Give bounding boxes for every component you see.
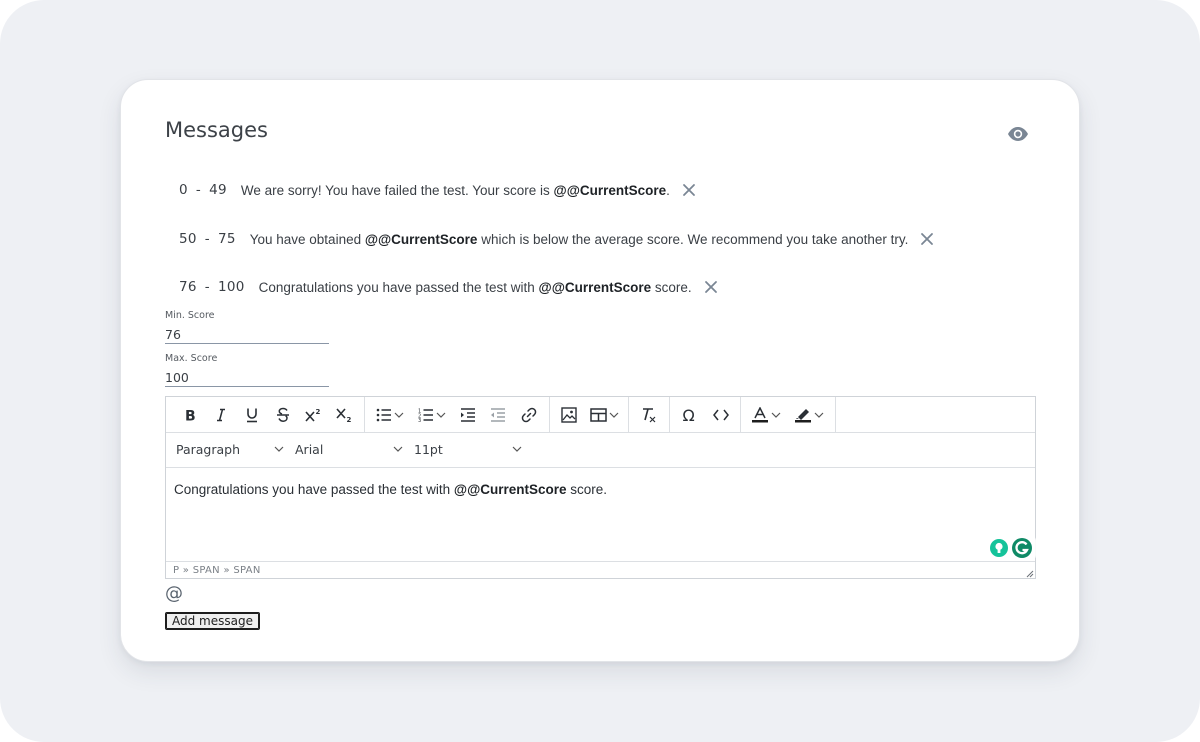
score-range: 0-49	[179, 182, 227, 198]
score-token: @@CurrentScore	[538, 279, 652, 295]
svg-text:3: 3	[418, 418, 421, 422]
clear-formatting-icon[interactable]	[633, 401, 665, 429]
bullet-list-icon[interactable]	[369, 401, 411, 429]
special-character-icon[interactable]: Ω	[674, 401, 706, 429]
source-code-icon[interactable]	[706, 401, 736, 429]
message-text: Congratulations you have passed the test…	[258, 279, 692, 295]
svg-text:2: 2	[346, 416, 351, 423]
font-size-select[interactable]: 11pt	[414, 432, 522, 467]
italic-icon[interactable]	[205, 401, 236, 429]
toolbar-group-text-style: B 2 2	[166, 397, 365, 432]
outdent-icon[interactable]	[483, 401, 513, 429]
toolbar-group-special: Ω	[670, 397, 741, 432]
message-row: 0-49 We are sorry! You have failed the t…	[179, 179, 696, 201]
font-family-select[interactable]: Arial	[295, 432, 403, 467]
max-score-input[interactable]	[165, 368, 329, 387]
score-token: @@CurrentScore	[364, 231, 478, 247]
max-score-label: Max. Score	[165, 353, 218, 364]
svg-text:B: B	[185, 408, 196, 422]
underline-icon[interactable]	[236, 401, 267, 429]
table-icon[interactable]	[584, 401, 624, 429]
message-row: 76-100 Congratulations you have passed t…	[179, 276, 718, 298]
numbered-list-icon[interactable]: 123	[411, 401, 453, 429]
min-score-label: Min. Score	[165, 310, 215, 321]
editor-statusbar: P » SPAN » SPAN	[166, 561, 1035, 579]
chevron-down-icon	[512, 446, 522, 452]
message-text: You have obtained @@CurrentScore which i…	[249, 231, 909, 247]
indent-icon[interactable]	[453, 401, 483, 429]
add-message-button[interactable]: Add message	[165, 612, 260, 630]
message-row: 50-75 You have obtained @@CurrentScore w…	[179, 228, 934, 250]
superscript-icon[interactable]: 2	[298, 401, 329, 429]
editor-content[interactable]: Congratulations you have passed the test…	[174, 482, 607, 497]
element-path: P » SPAN » SPAN	[173, 565, 261, 576]
eye-icon[interactable]	[1007, 126, 1029, 142]
score-range: 50-75	[179, 231, 236, 247]
svg-text:2: 2	[315, 408, 320, 416]
text-color-icon[interactable]	[745, 401, 787, 429]
block-format-select[interactable]: Paragraph	[176, 432, 284, 467]
grammarly-widget[interactable]	[986, 535, 1036, 561]
score-token: @@CurrentScore	[453, 482, 567, 497]
close-icon[interactable]	[704, 280, 718, 294]
editor-toolbar: B 2 2 1 2 3 Ω	[166, 397, 1035, 433]
resize-handle-icon[interactable]	[1026, 570, 1034, 578]
close-icon[interactable]	[920, 232, 934, 246]
chevron-down-icon	[274, 446, 284, 452]
messages-card: Messages 0-49 We are sorry! You have fai…	[120, 79, 1080, 662]
toolbar-group-insert	[550, 397, 629, 432]
editor-format-bar: Paragraph Arial 11pt	[166, 432, 1035, 468]
image-icon[interactable]	[554, 401, 584, 429]
highlight-color-icon[interactable]	[787, 401, 831, 429]
insert-variable-button[interactable]: @	[165, 583, 183, 604]
link-icon[interactable]	[513, 401, 545, 429]
close-icon[interactable]	[682, 183, 696, 197]
score-token: @@CurrentScore	[553, 182, 667, 198]
chevron-down-icon	[393, 446, 403, 452]
score-range: 76-100	[179, 279, 245, 295]
bold-icon[interactable]: B	[174, 401, 205, 429]
toolbar-group-clear	[629, 397, 670, 432]
strikethrough-icon[interactable]	[267, 401, 298, 429]
rich-text-editor: B 2 2 1 2 3 Ω Paragraph Arial 11pt Congr…	[165, 396, 1036, 579]
section-title: Messages	[165, 118, 268, 142]
toolbar-group-lists: 123	[365, 397, 550, 432]
subscript-icon[interactable]: 2	[329, 401, 360, 429]
message-text: We are sorry! You have failed the test. …	[240, 182, 670, 198]
min-score-input[interactable]	[165, 325, 329, 344]
svg-text:Ω: Ω	[683, 407, 695, 423]
toolbar-group-colors	[741, 397, 836, 432]
